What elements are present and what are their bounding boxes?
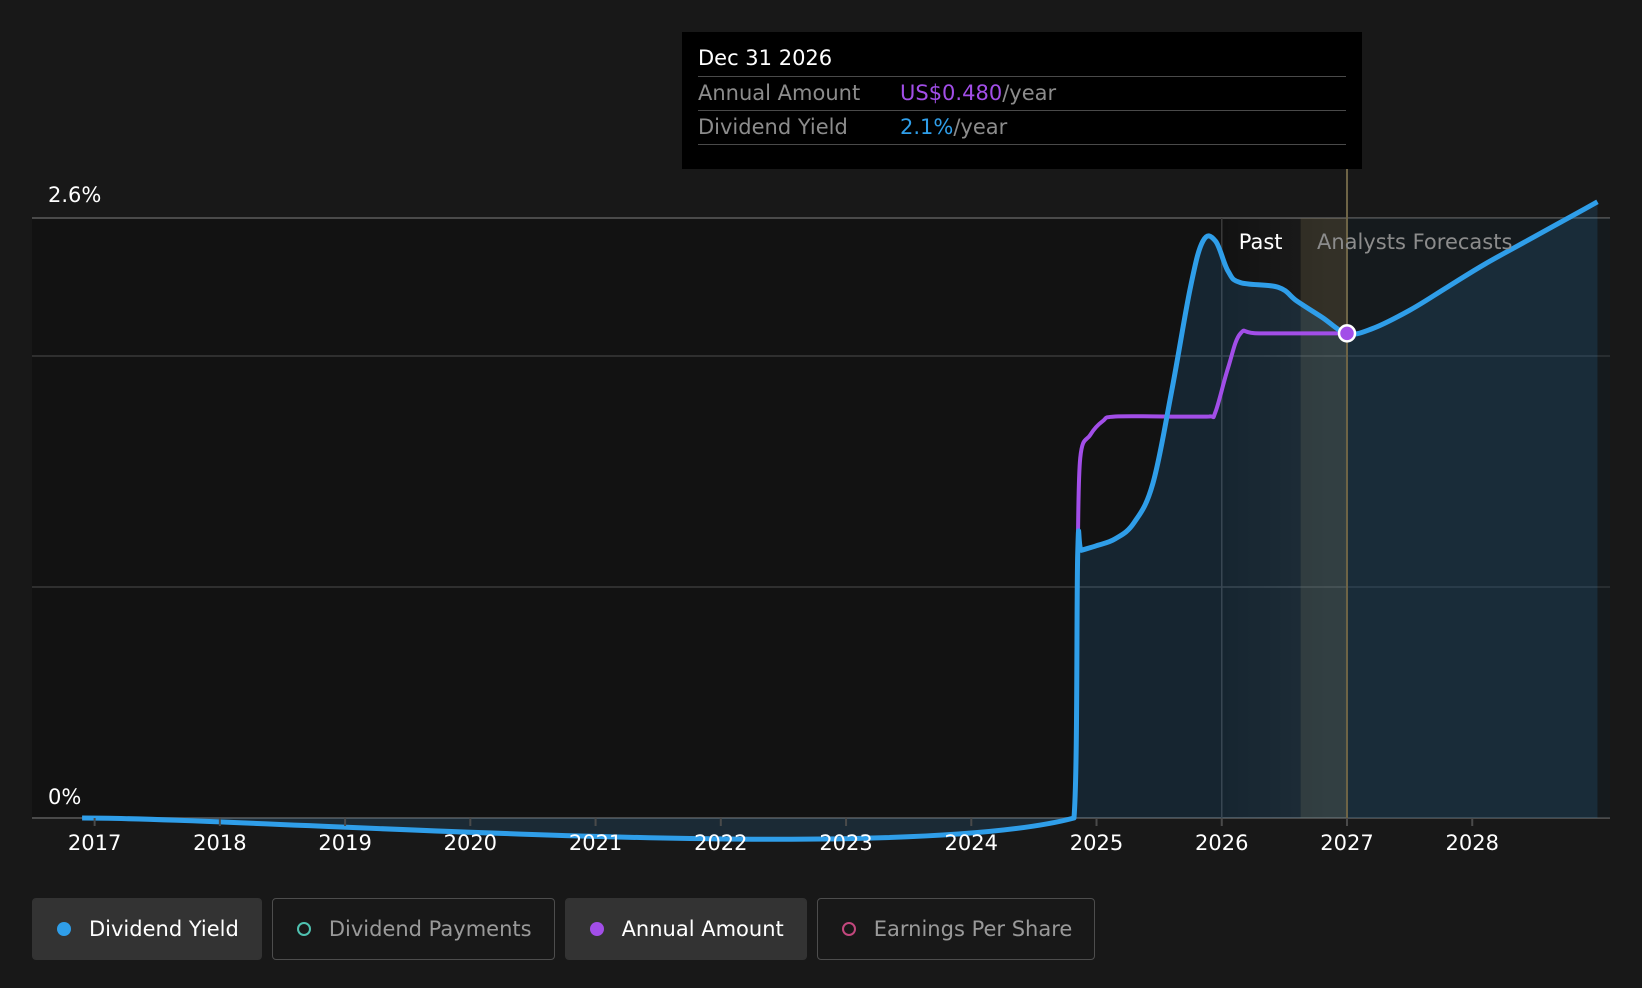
tooltip-yield-value: 2.1%: [900, 115, 954, 139]
x-tick-label: 2025: [1070, 831, 1123, 855]
legend-dividend-yield[interactable]: Dividend Yield: [32, 898, 262, 960]
x-tick-label: 2022: [694, 831, 747, 855]
y-tick-label: 2.6%: [48, 183, 101, 207]
tooltip-date: Dec 31 2026: [698, 46, 833, 70]
x-tick-label: 2024: [945, 831, 998, 855]
x-tick-label: 2021: [569, 831, 622, 855]
x-tick-label: 2018: [193, 831, 246, 855]
x-tick-label: 2028: [1446, 831, 1499, 855]
tooltip-annual-value: US$0.480: [900, 81, 1003, 105]
legend: Dividend Yield Dividend Payments Annual …: [32, 898, 1096, 960]
tooltip-yield-unit: /year: [953, 115, 1008, 139]
legend-label: Annual Amount: [621, 917, 784, 941]
past-label: Past: [1239, 230, 1283, 254]
legend-label: Earnings Per Share: [873, 917, 1073, 941]
legend-dividend-payments[interactable]: Dividend Payments: [271, 898, 555, 960]
annual-amount-dot-icon: [589, 922, 604, 936]
legend-label: Dividend Yield: [89, 917, 239, 941]
tooltip-annual-label: Annual Amount: [698, 81, 861, 105]
x-tick-label: 2023: [819, 831, 872, 855]
tooltip-row-annual-amount: Annual Amount US$0.480/year: [698, 76, 1346, 110]
x-tick-label: 2027: [1320, 831, 1373, 855]
tooltip-hover-marker: [1337, 324, 1357, 343]
legend-label: Dividend Payments: [328, 917, 532, 941]
tooltip-row-dividend-yield: Dividend Yield 2.1%/year: [698, 110, 1346, 145]
tooltip-annual-unit: /year: [1002, 81, 1057, 105]
legend-annual-amount[interactable]: Annual Amount: [564, 898, 807, 960]
forecast-label: Analysts Forecasts: [1317, 230, 1512, 254]
tooltip-yield-label: Dividend Yield: [698, 115, 848, 139]
x-tick-label: 2026: [1195, 831, 1248, 855]
x-tick-label: 2017: [68, 831, 121, 855]
y-tick-label: 0%: [48, 785, 81, 809]
earnings-per-share-ring-icon: [841, 922, 856, 936]
x-tick-label: 2020: [444, 831, 497, 855]
x-tick-label: 2019: [318, 831, 371, 855]
tooltip: Dec 31 2026 Annual Amount US$0.480/year …: [682, 32, 1362, 169]
dividend-payments-ring-icon: [296, 922, 311, 936]
legend-earnings-per-share[interactable]: Earnings Per Share: [816, 898, 1096, 960]
dividend-yield-dot-icon: [57, 922, 71, 936]
